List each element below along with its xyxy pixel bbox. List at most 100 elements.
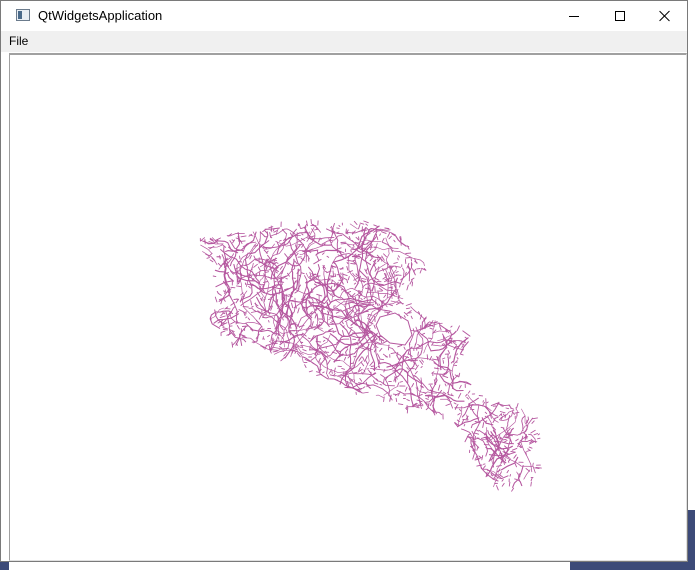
road-segment xyxy=(443,391,447,395)
road-segment xyxy=(346,244,351,248)
road-segment xyxy=(508,417,534,436)
road-segment xyxy=(511,447,518,451)
road-segment xyxy=(289,232,293,238)
road-segment xyxy=(405,257,411,259)
road-segment xyxy=(413,374,454,409)
road-segment xyxy=(417,351,419,356)
road-segment xyxy=(262,338,265,340)
road-segment xyxy=(379,358,385,361)
road-segment xyxy=(457,412,461,416)
road-segment xyxy=(328,369,333,374)
road-segment xyxy=(520,482,523,487)
close-button[interactable] xyxy=(642,1,688,31)
window-title: QtWidgetsApplication xyxy=(38,8,163,23)
road-segment xyxy=(413,268,417,273)
road-segment xyxy=(373,345,376,349)
road-segment xyxy=(231,341,234,348)
road-segment xyxy=(473,432,480,435)
road-segment xyxy=(239,239,243,245)
road-segment xyxy=(240,339,243,346)
road-segment xyxy=(365,381,368,385)
road-segment xyxy=(313,260,319,265)
road-segment xyxy=(374,315,376,323)
road-segment xyxy=(510,407,514,410)
road-segment xyxy=(406,399,410,402)
road-segment xyxy=(230,286,236,289)
road-segment xyxy=(388,303,393,307)
menu-file[interactable]: File xyxy=(6,34,31,48)
road-segment xyxy=(397,257,399,261)
road-segment xyxy=(349,223,358,230)
road-segment xyxy=(220,330,226,333)
road-segment xyxy=(364,355,368,361)
road-segment xyxy=(504,440,508,443)
road-segment xyxy=(382,378,385,385)
road-segment xyxy=(365,267,369,272)
road-segment xyxy=(496,465,502,467)
road-segment xyxy=(222,328,228,331)
road-segment xyxy=(482,401,485,407)
road-segment xyxy=(462,330,471,337)
road-segment xyxy=(526,450,531,452)
road-segment xyxy=(493,477,496,480)
road-segment xyxy=(360,347,365,350)
road-segment xyxy=(530,477,533,482)
road-segment xyxy=(341,367,345,370)
road-segment xyxy=(420,366,423,369)
road-segment xyxy=(299,325,305,327)
road-segment xyxy=(385,237,425,266)
road-segment xyxy=(393,262,398,264)
road-segment xyxy=(341,320,344,325)
road-segment xyxy=(514,478,518,480)
map-canvas[interactable] xyxy=(9,53,687,561)
road-segment xyxy=(498,442,501,447)
road-segment xyxy=(463,423,466,427)
road-segment xyxy=(212,275,217,278)
minimize-button[interactable] xyxy=(551,1,597,31)
road-segment xyxy=(333,373,336,376)
maximize-icon xyxy=(615,11,625,21)
road-segment xyxy=(362,243,369,246)
road-segment xyxy=(379,383,383,386)
road-segment xyxy=(410,258,413,262)
minimize-icon xyxy=(569,15,579,17)
title-bar[interactable]: QtWidgetsApplication xyxy=(1,1,687,31)
road-segment xyxy=(484,415,488,419)
road-segment xyxy=(504,445,508,449)
road-segment xyxy=(485,420,488,423)
road-segment xyxy=(374,246,377,249)
road-segment xyxy=(217,262,222,267)
road-segment xyxy=(377,353,381,359)
road-segment xyxy=(281,350,285,352)
road-segment xyxy=(405,303,412,306)
road-segment xyxy=(417,344,421,347)
road-segment xyxy=(236,285,242,288)
road-segment xyxy=(316,272,319,279)
road-segment xyxy=(499,437,502,440)
road-segment xyxy=(289,241,302,294)
road-segment xyxy=(360,297,363,301)
app-window-icon[interactable] xyxy=(16,9,30,21)
road-segment xyxy=(360,247,366,250)
road-segment xyxy=(447,349,451,354)
road-segment xyxy=(506,469,509,474)
road-segment xyxy=(397,382,400,387)
road-segment xyxy=(256,325,263,341)
road-segment xyxy=(308,370,313,373)
road-segment xyxy=(405,307,411,310)
road-segment xyxy=(303,226,332,246)
road-segment xyxy=(274,280,277,283)
road-segment xyxy=(387,344,390,351)
road-segment xyxy=(239,255,241,260)
maximize-button[interactable] xyxy=(597,1,643,31)
road-segment xyxy=(268,226,274,229)
road-segment xyxy=(373,224,378,227)
road-segment xyxy=(382,276,387,280)
road-segment xyxy=(236,325,240,330)
road-segment xyxy=(306,237,310,239)
road-segment xyxy=(363,220,369,224)
road-segment xyxy=(209,259,214,263)
road-segment xyxy=(378,287,384,291)
road-segment xyxy=(253,263,258,268)
road-segment xyxy=(356,388,363,390)
